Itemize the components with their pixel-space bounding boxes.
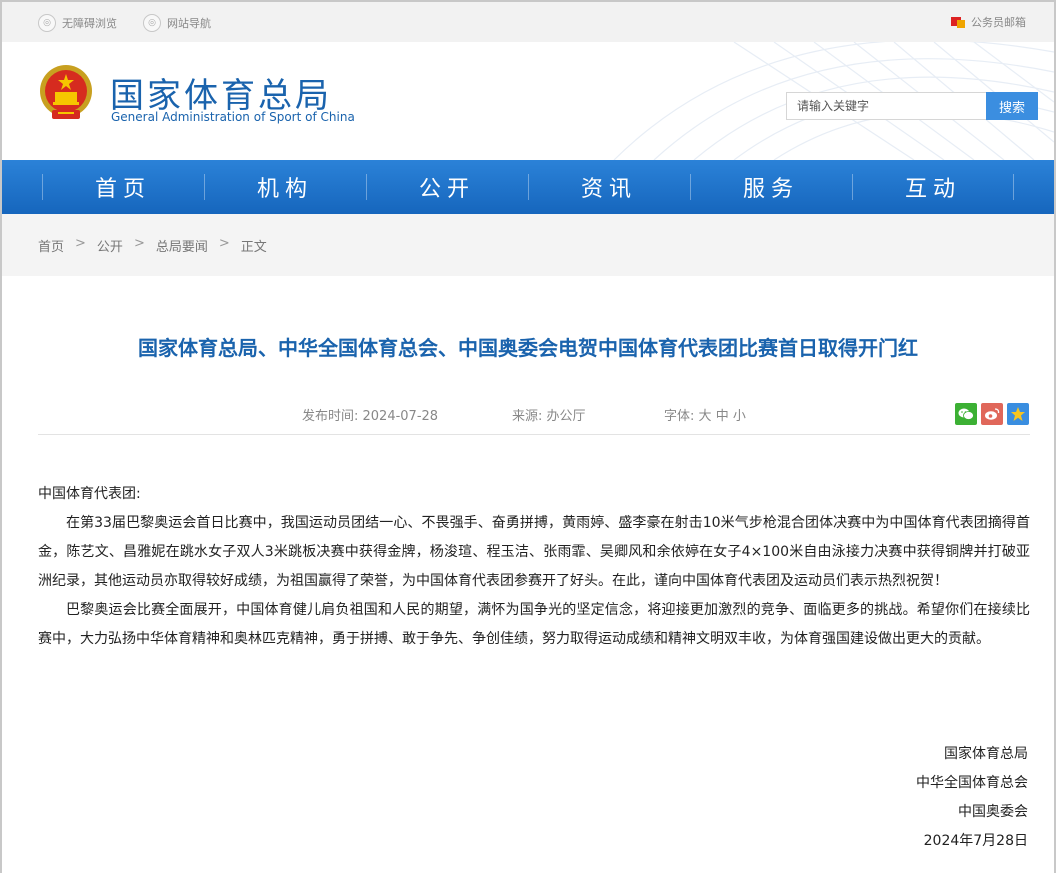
qzone-star-icon [1011, 407, 1025, 421]
breadcrumb-public[interactable]: 公开 [97, 236, 123, 255]
site-nav-link[interactable]: ◎ 网站导航 [143, 14, 211, 32]
accessibility-icon: ◎ [38, 14, 56, 32]
article-source: 来源: 办公厅 [512, 409, 586, 424]
article-title: 国家体育总局、中华全国体育总会、中国奥委会电贺中国体育代表团比赛首日取得开门红 [138, 336, 918, 360]
civil-servant-mail-link[interactable]: 公务员邮箱 [951, 14, 1026, 30]
breadcrumb-bureau-news[interactable]: 总局要闻 [156, 236, 208, 255]
nav-item-public[interactable]: 公开 [366, 160, 528, 214]
signature-date: 2024年7月28日 [923, 833, 1028, 849]
weibo-share-button[interactable] [981, 403, 1003, 425]
search-box: 搜索 [786, 92, 1038, 120]
signature-line: 国家体育总局 [944, 746, 1028, 762]
article-body: 中国体育代表团: 在第33届巴黎奥运会首日比赛中，我国运动员团结一心、不畏强手、… [38, 480, 1030, 654]
article-paragraph-2: 巴黎奥运会比赛全面展开，中国体育健儿肩负祖国和人民的期望，满怀为国争光的坚定信念… [38, 602, 1030, 647]
wechat-share-button[interactable] [955, 403, 977, 425]
breadcrumb-separator: > [75, 236, 86, 251]
breadcrumb-separator: > [218, 236, 230, 251]
site-nav-label: 网站导航 [167, 17, 211, 30]
site-title-english: General Administration of Sport of China [111, 110, 355, 124]
top-utility-bar: ◎ 无障碍浏览 ◎ 网站导航 公务员邮箱 [2, 2, 1054, 42]
weibo-icon [985, 408, 1000, 420]
breadcrumb-current: 正文 [240, 240, 267, 255]
nav-item-home[interactable]: 首页 [42, 160, 204, 214]
nav-item-organization[interactable]: 机构 [204, 160, 366, 214]
main-navigation: 首页 机构 公开 资讯 服务 互动 [2, 160, 1054, 214]
font-size-label: 字体: [664, 409, 695, 424]
article-paragraph-1: 在第33届巴黎奥运会首日比赛中，我国运动员团结一心、不畏强手、奋勇拼搏，黄雨婷、… [38, 515, 1030, 589]
meta-divider [38, 434, 1030, 435]
share-buttons [955, 403, 1029, 425]
font-size-small[interactable]: 小 [733, 409, 746, 424]
nav-item-services[interactable]: 服务 [690, 160, 852, 214]
sitemap-icon: ◎ [143, 14, 161, 32]
breadcrumb-home[interactable]: 首页 [38, 236, 64, 255]
breadcrumb-bar: 首页 > 公开 > 总局要闻 > 正文 [2, 214, 1054, 276]
mail-icon [951, 16, 965, 28]
qzone-share-button[interactable] [1007, 403, 1029, 425]
breadcrumb: 首页 > 公开 > 总局要闻 > 正文 [38, 236, 267, 255]
font-size-large[interactable]: 大 [699, 409, 712, 424]
search-button[interactable]: 搜索 [986, 92, 1038, 120]
civil-servant-mail-label: 公务员邮箱 [971, 16, 1026, 29]
nav-item-news[interactable]: 资讯 [528, 160, 690, 214]
font-size-switcher: 字体: 大 中 小 [664, 405, 746, 424]
publish-date: 发布时间: 2024-07-28 [302, 409, 439, 424]
accessible-browse-link[interactable]: ◎ 无障碍浏览 [38, 14, 117, 32]
font-size-medium[interactable]: 中 [716, 409, 729, 424]
signature-line: 中国奥委会 [958, 804, 1028, 820]
breadcrumb-separator: > [133, 236, 145, 251]
search-input[interactable] [786, 92, 986, 120]
accessible-browse-label: 无障碍浏览 [62, 17, 117, 30]
nav-item-interaction[interactable]: 互动 [852, 160, 1014, 214]
national-emblem-logo [40, 65, 92, 119]
signature-line: 中华全国体育总会 [916, 775, 1028, 791]
page-frame: ◎ 无障碍浏览 ◎ 网站导航 公务员邮箱 国家体育总局 General Admi… [0, 0, 1056, 873]
wechat-icon [958, 408, 974, 420]
article-salutation: 中国体育代表团: [38, 486, 141, 502]
site-header: 国家体育总局 General Administration of Sport o… [2, 42, 1054, 160]
article-signatures: 国家体育总局 中华全国体育总会 中国奥委会 2024年7月28日 [916, 740, 1028, 856]
